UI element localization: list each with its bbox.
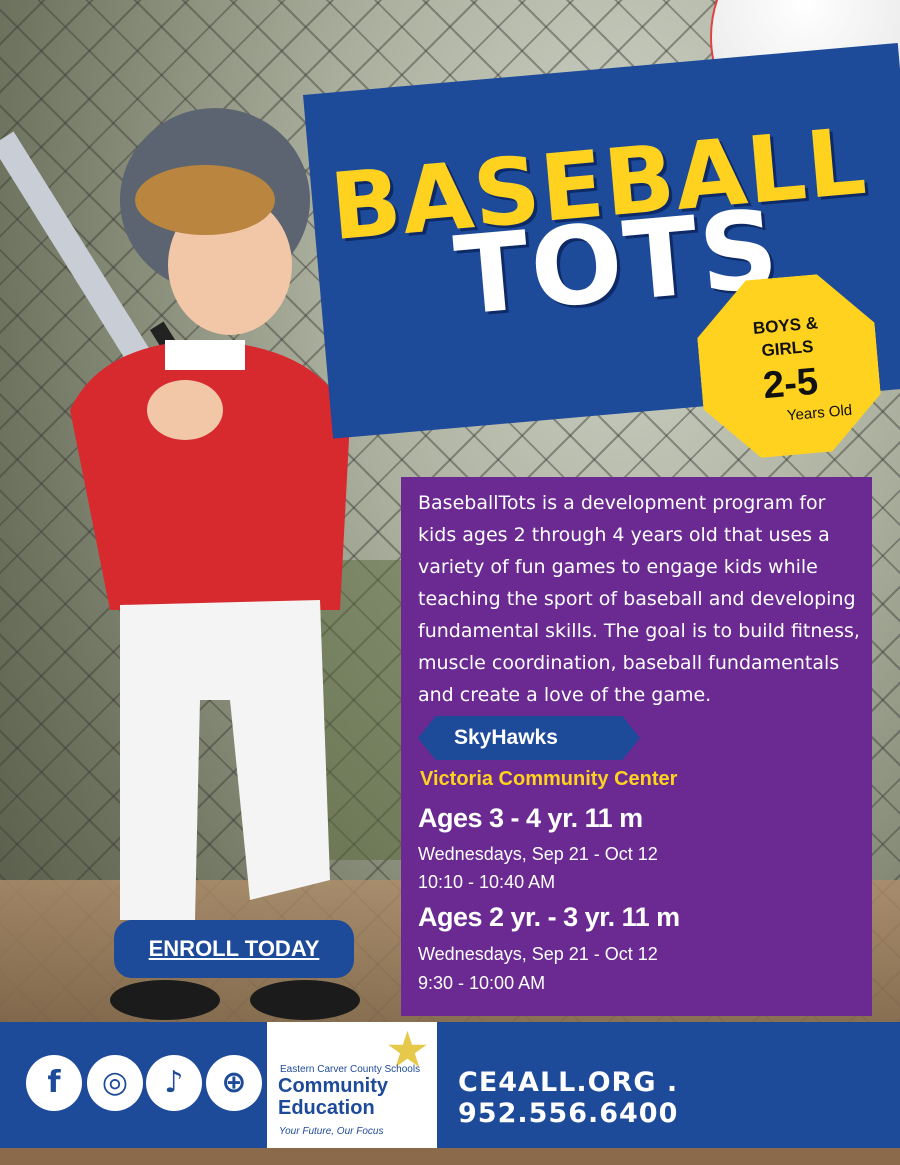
globe-icon[interactable]: ⊕: [206, 1055, 262, 1111]
logo-line1: Eastern Carver County Schools: [280, 1064, 421, 1075]
location-label: Victoria Community Center: [420, 768, 678, 790]
contact-info[interactable]: CE4ALL.ORG . 952.556.6400: [458, 1067, 900, 1129]
enroll-today-button[interactable]: ENROLL TODAY: [114, 920, 354, 978]
facebook-icon[interactable]: f: [26, 1055, 82, 1111]
session-1-ages: Ages 3 - 4 yr. 11 m: [418, 803, 643, 833]
logo-tagline: Your Future, Our Focus: [279, 1126, 384, 1137]
logo-line2: Community: [278, 1075, 388, 1097]
session-2-ages: Ages 2 yr. - 3 yr. 11 m: [418, 902, 680, 932]
provider-label: SkyHawks: [418, 716, 640, 760]
program-description: BaseballTots is a development program fo…: [418, 492, 860, 706]
session-1-days: Wednesdays, Sep 21 - Oct 12: [418, 844, 658, 864]
logo-line3: Education: [278, 1097, 375, 1119]
session-2-days: Wednesdays, Sep 21 - Oct 12: [418, 944, 658, 964]
badge-line1: BOYS &: [752, 313, 819, 338]
instagram-icon[interactable]: ◎: [87, 1055, 143, 1111]
session-2-time: 9:30 - 10:00 AM: [418, 973, 546, 993]
badge-line2: GIRLS: [760, 336, 815, 361]
session-1-time: 10:10 - 10:40 AM: [418, 872, 556, 892]
flyer-page: BASEBALL TOTS BOYS & GIRLS 2-5 Years Old…: [0, 0, 900, 1165]
footer-strip: [0, 1148, 900, 1165]
twitter-icon[interactable]: ♪: [146, 1055, 202, 1111]
badge-suffix: Years Old: [786, 401, 853, 425]
